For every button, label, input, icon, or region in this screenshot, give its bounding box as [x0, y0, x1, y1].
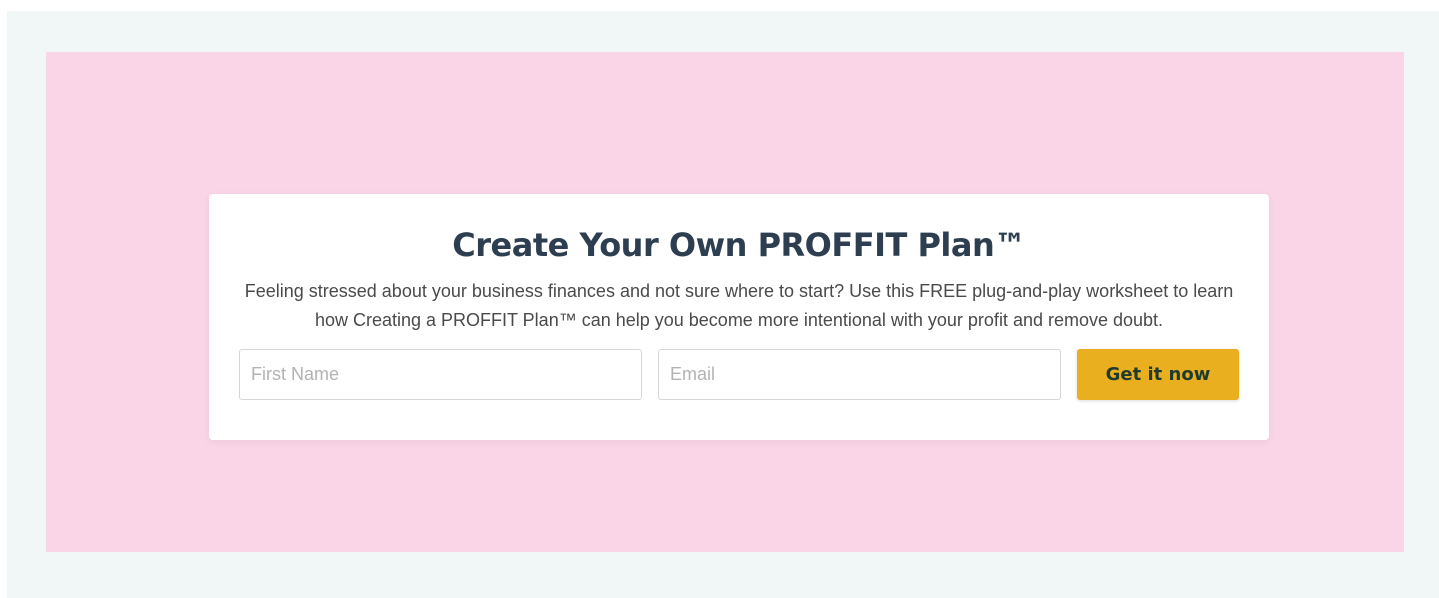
signup-description: Feeling stressed about your business fin… [244, 281, 1234, 330]
get-it-now-button[interactable]: Get it now [1077, 349, 1239, 400]
hero-section: Create Your Own PROFFIT Plan™ Feeling st… [46, 52, 1404, 552]
signup-card: Create Your Own PROFFIT Plan™ Feeling st… [209, 194, 1269, 440]
email-input[interactable] [658, 349, 1061, 400]
first-name-input[interactable] [239, 349, 642, 400]
signup-title: Create Your Own PROFFIT Plan™ [452, 226, 1026, 264]
page-background: Create Your Own PROFFIT Plan™ Feeling st… [7, 11, 1439, 598]
